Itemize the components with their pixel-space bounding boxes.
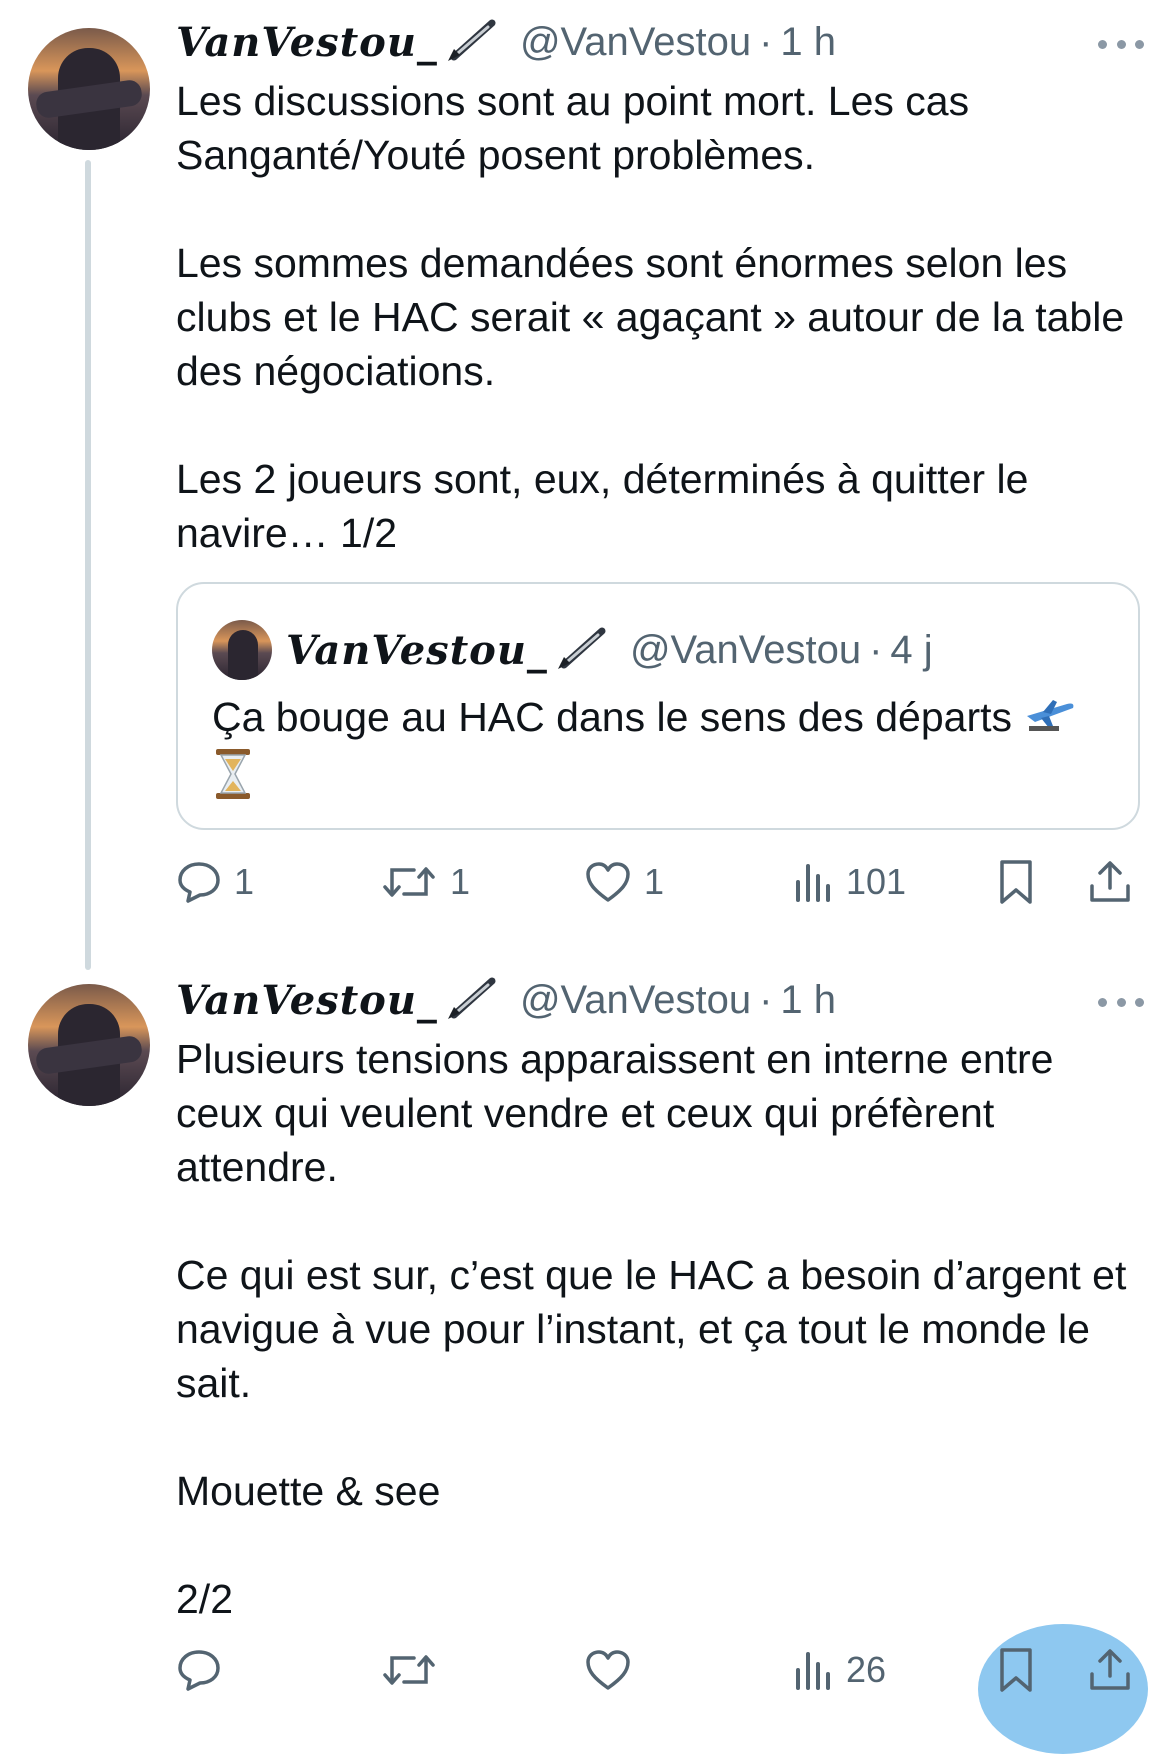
reply-icon bbox=[178, 862, 220, 903]
quoted-display-name: VanVestou_ bbox=[286, 626, 548, 674]
heart-icon bbox=[586, 862, 630, 902]
views-button[interactable]: 26 bbox=[792, 1640, 886, 1700]
thread-connector-line bbox=[85, 160, 91, 970]
avatar[interactable] bbox=[28, 28, 150, 150]
quoted-avatar bbox=[212, 620, 272, 680]
share-icon bbox=[1090, 1649, 1130, 1690]
more-dots-icon[interactable] bbox=[1098, 996, 1144, 1008]
bookmark-button[interactable] bbox=[996, 1640, 1036, 1700]
retweet-icon bbox=[383, 1655, 435, 1685]
quoted-header: VanVestou_ @VanVestou · 4 j bbox=[286, 620, 933, 680]
handle[interactable]: @VanVestou bbox=[520, 20, 751, 65]
like-button[interactable] bbox=[584, 1640, 632, 1700]
tweet-actions: 26 bbox=[176, 1640, 1136, 1700]
tweet-paragraph: Les 2 joueurs sont, eux, déterminés à qu… bbox=[176, 456, 1040, 556]
share-button[interactable] bbox=[1088, 852, 1132, 912]
more-dots-icon[interactable] bbox=[1098, 38, 1144, 50]
views-chart-icon bbox=[796, 1652, 830, 1690]
quoted-timestamp: 4 j bbox=[890, 627, 933, 672]
views-button[interactable]: 101 bbox=[792, 852, 906, 912]
tweet-paragraph: Ce qui est sur, c’est que le HAC a besoi… bbox=[176, 1252, 1138, 1406]
fountain-pen-icon bbox=[444, 17, 498, 68]
views-chart-icon bbox=[796, 864, 830, 902]
reply-button[interactable] bbox=[176, 1640, 222, 1700]
display-name[interactable]: VanVestou_ bbox=[176, 977, 438, 1024]
tweet-paragraph: Les sommes demandées sont énormes selon … bbox=[176, 240, 1136, 394]
tweet-actions: 1 1 1 101 bbox=[176, 852, 1136, 912]
tweet-paragraph: 2/2 bbox=[176, 1576, 233, 1622]
timestamp[interactable]: 1 h bbox=[780, 20, 836, 65]
share-icon bbox=[1090, 861, 1130, 902]
tweet-header: VanVestou_ @VanVestou · 1 h bbox=[176, 972, 836, 1028]
tweet-text: Plusieurs tensions apparaissent en inter… bbox=[176, 1032, 1136, 1626]
like-count: 1 bbox=[644, 861, 665, 902]
tweet-paragraph: Plusieurs tensions apparaissent en inter… bbox=[176, 1036, 1065, 1190]
views-count: 26 bbox=[846, 1649, 887, 1690]
display-name[interactable]: VanVestou_ bbox=[176, 19, 438, 66]
retweet-button[interactable]: 1 bbox=[380, 852, 470, 912]
tweet-paragraph: Mouette & see bbox=[176, 1468, 441, 1514]
separator-dot: · bbox=[869, 627, 883, 672]
retweet-button[interactable] bbox=[380, 1640, 438, 1700]
reply-button[interactable]: 1 bbox=[176, 852, 254, 912]
bookmark-button[interactable] bbox=[996, 852, 1036, 912]
fountain-pen-icon bbox=[444, 975, 498, 1026]
fountain-pen-icon bbox=[554, 625, 608, 676]
avatar[interactable] bbox=[28, 984, 150, 1106]
quoted-text: Ça bouge au HAC dans le sens des départs bbox=[212, 690, 1112, 814]
separator-dot: · bbox=[759, 19, 773, 64]
retweet-icon bbox=[383, 867, 435, 897]
tweet-header: VanVestou_ @VanVestou · 1 h bbox=[176, 14, 836, 70]
views-count: 101 bbox=[846, 861, 907, 902]
tweet-text: Les discussions sont au point mort. Les … bbox=[176, 74, 1136, 560]
bookmark-icon bbox=[1000, 860, 1032, 904]
retweet-count: 1 bbox=[450, 861, 471, 902]
quoted-text-content: Ça bouge au HAC dans le sens des départs bbox=[212, 694, 1024, 740]
reply-icon bbox=[178, 1650, 220, 1691]
timestamp[interactable]: 1 h bbox=[780, 978, 836, 1023]
quoted-tweet[interactable]: VanVestou_ @VanVestou · 4 j Ça bouge au … bbox=[176, 582, 1140, 830]
separator-dot: · bbox=[759, 977, 773, 1022]
airplane-emoji bbox=[1023, 693, 1077, 747]
like-button[interactable]: 1 bbox=[584, 852, 664, 912]
quoted-handle: @VanVestou bbox=[629, 627, 862, 672]
bookmark-icon bbox=[1000, 1648, 1032, 1692]
share-button[interactable] bbox=[1088, 1640, 1132, 1700]
reply-count: 1 bbox=[234, 861, 255, 902]
handle[interactable]: @VanVestou bbox=[520, 978, 751, 1023]
heart-icon bbox=[586, 1650, 630, 1690]
tweet-paragraph: Les discussions sont au point mort. Les … bbox=[176, 78, 981, 178]
hourglass-emoji bbox=[212, 747, 254, 814]
